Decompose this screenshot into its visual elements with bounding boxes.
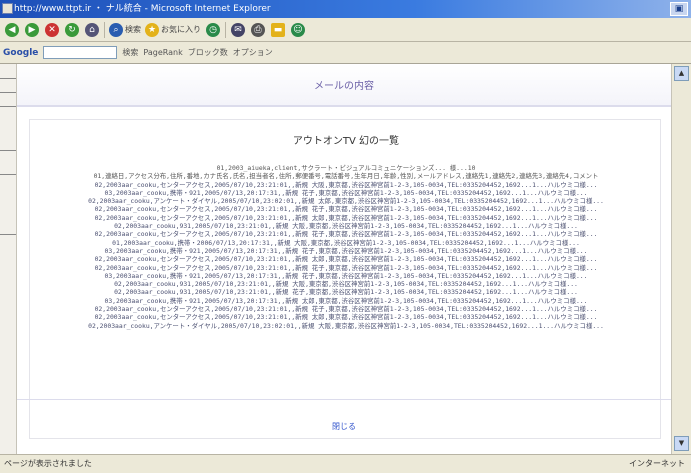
scroll-down-icon[interactable]: ▼	[674, 436, 689, 451]
mail-row: 02,2003aar_cooku,センターアクセス,2005/07/10,23:…	[94, 205, 598, 214]
toolbar-separator	[225, 21, 226, 38]
history-icon: ◷	[206, 22, 220, 37]
mail-row: 03,2003aar_cooku,携帯・921,2005/07/13,20:17…	[104, 296, 588, 305]
google-search-button[interactable]: 検索	[122, 47, 138, 58]
divider	[0, 150, 16, 151]
search-icon: ⌕	[109, 22, 123, 37]
back-button[interactable]: ◀	[4, 22, 20, 38]
search-button-label: 検索	[125, 25, 141, 34]
folder-button[interactable]: ▬	[270, 22, 286, 38]
forward-arrow-icon: ▶	[25, 22, 39, 37]
browser-toolbar: ◀ ▶ ✕ ↻ ⌂ ⌕ 検索 ★ お気に入り ◷ ✉ ⎙ ▬ ☺	[0, 18, 691, 42]
window-title: http://www.ttpt.ir ・ ナル統合 - Microsoft In…	[14, 4, 271, 14]
home-button[interactable]: ⌂	[84, 22, 100, 38]
mail-row: 02,2003aar_cooku,センターアクセス,2005/07/10,23:…	[94, 305, 598, 314]
home-icon: ⌂	[85, 22, 99, 37]
mail-row: 02,2003aar_cooku,センターアクセス,2005/07/10,23:…	[94, 313, 598, 322]
close-link[interactable]: 閉じる	[17, 421, 671, 432]
vertical-scrollbar[interactable]: ▲ ▼	[671, 64, 691, 454]
mail-row: 02,2003aar_cooku,931,2005/07/10,23:21:01…	[114, 288, 578, 297]
google-search-input[interactable]	[43, 46, 118, 59]
favorites-icon: ★	[145, 22, 159, 37]
footer-divider	[17, 399, 671, 400]
divider	[0, 78, 16, 79]
page-content: メールの内容 アウトオンTV 幻の一覧 01,2003_aiueka,clien…	[17, 64, 671, 454]
google-logo: Google	[3, 47, 39, 58]
page-title: メールの内容	[314, 81, 374, 92]
mail-button[interactable]: ✉	[230, 22, 246, 38]
ie-logo-icon	[2, 3, 13, 14]
card-title: アウトオンTV 幻の一覧	[292, 136, 400, 147]
mail-row: 02,2003aar_cooku,センターアクセス,2005/07/10,23:…	[94, 230, 598, 239]
print-icon: ⎙	[251, 22, 265, 37]
mail-row: 01,2003_aiueka,client,サクラート・ビジュアルコミュニケーシ…	[216, 164, 476, 172]
mail-row: 02,2003aar_cooku,センターアクセス,2005/07/10,23:…	[94, 263, 598, 272]
divider	[0, 106, 16, 107]
divider	[0, 92, 16, 93]
print-button[interactable]: ⎙	[250, 22, 266, 38]
mail-row: 03,2003aar_cooku,携帯・921,2005/07/13,20:17…	[104, 271, 588, 280]
mail-row: 02,2003aar_cooku,センターアクセス,2005/07/10,23:…	[94, 213, 598, 222]
forward-button[interactable]: ▶	[24, 22, 40, 38]
mail-row: 03,2003aar_cooku,携帯・921,2005/07/13,20:17…	[104, 188, 588, 197]
mail-row: 02,2003aar_cooku,センターアクセス,2005/07/10,23:…	[94, 255, 598, 264]
left-frame-strip	[0, 64, 17, 454]
stop-icon: ✕	[45, 22, 59, 37]
mail-rows: 01,2003_aiueka,client,サクラート・ビジュアルコミュニケーシ…	[38, 164, 654, 330]
mail-row: 02,2003aar_cooku,アンケート・ダイヤル,2005/07/10,2…	[88, 197, 604, 206]
divider	[0, 234, 16, 235]
window-controls[interactable]: ▣	[670, 2, 688, 16]
google-block-count[interactable]: ブロック数	[188, 47, 228, 58]
window-titlebar: http://www.ttpt.ir ・ ナル統合 - Microsoft In…	[0, 0, 691, 18]
status-zone: インターネット	[629, 459, 685, 468]
page-header: メールの内容	[17, 64, 671, 107]
history-button[interactable]: ◷	[205, 22, 221, 38]
back-arrow-icon: ◀	[5, 22, 19, 37]
mail-row: 02,2003aar_cooku,アンケート・ダイヤル,2005/07/10,2…	[88, 321, 604, 330]
refresh-icon: ↻	[65, 22, 79, 37]
mail-content-card: アウトオンTV 幻の一覧 01,2003_aiueka,client,サクラート…	[29, 119, 661, 439]
google-pagerank[interactable]: PageRank	[143, 48, 182, 57]
favorites-button-label: お気に入り	[161, 25, 201, 34]
refresh-button[interactable]: ↻	[64, 22, 80, 38]
mail-row: 02,2003aar_cooku,センターアクセス,2005/07/10,23:…	[94, 180, 598, 189]
toolbar-separator	[104, 21, 105, 38]
stop-button[interactable]: ✕	[44, 22, 60, 38]
mail-row: 02,2003aar_cooku,931,2005/07/10,23:21:01…	[114, 280, 578, 289]
mail-row: 02,2003aar_cooku,931,2005/07/10,23:21:01…	[114, 222, 578, 231]
mail-icon: ✉	[231, 22, 245, 37]
messenger-icon: ☺	[291, 22, 305, 37]
status-bar: ページが表示されました インターネット	[0, 454, 691, 473]
messenger-button[interactable]: ☺	[290, 22, 306, 38]
google-options[interactable]: オプション	[233, 47, 273, 58]
search-button[interactable]: ⌕ 検索	[109, 22, 141, 38]
divider	[0, 174, 16, 175]
scroll-up-icon[interactable]: ▲	[674, 66, 689, 81]
google-toolbar: Google 検索 PageRank ブロック数 オプション	[0, 42, 691, 64]
status-text: ページが表示されました	[4, 459, 92, 468]
favorites-button[interactable]: ★ お気に入り	[145, 22, 201, 38]
mail-row: 01,連絡日,アクセス分布,住所,番地,カナ氏名,氏名,担当者名,住所,郵便番号…	[93, 172, 599, 181]
folder-icon: ▬	[271, 22, 285, 37]
mail-row: 03,2003aar_cooku,携帯・921,2005/07/13,20:17…	[104, 246, 588, 255]
mail-row: 01,2003aar_cooku,携帯・2006/07/13,20:17:31,…	[112, 238, 580, 247]
